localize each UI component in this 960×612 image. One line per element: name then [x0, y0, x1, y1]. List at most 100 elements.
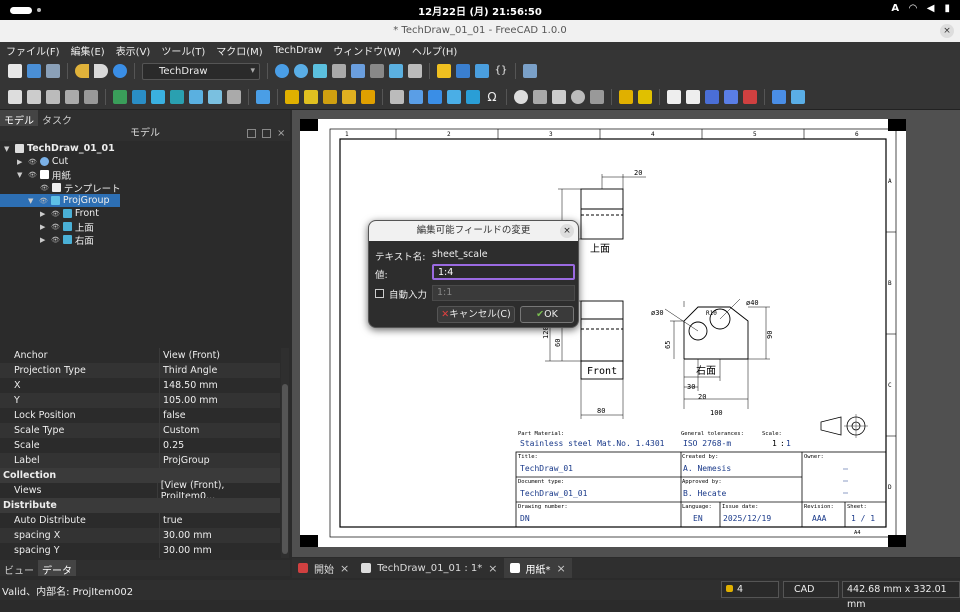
- panel-restore-button[interactable]: [262, 129, 271, 138]
- visibility-eye-icon[interactable]: 👁: [51, 210, 60, 218]
- system-clock[interactable]: 12月22日 (月) 21:56:50: [0, 3, 960, 18]
- property-row[interactable]: Auto Distribute true: [0, 513, 280, 528]
- redraw-icon[interactable]: [46, 89, 60, 104]
- menu-edit[interactable]: 編集(E): [71, 43, 105, 58]
- property-row[interactable]: Lock Position false: [0, 408, 280, 423]
- property-scrollbar[interactable]: [281, 348, 289, 558]
- property-value[interactable]: 0.25: [160, 440, 184, 451]
- tree-item-page[interactable]: ▼ 👁 用紙: [17, 168, 71, 182]
- menu-help[interactable]: ヘルプ(H): [412, 43, 457, 58]
- show-hide-icon[interactable]: [590, 89, 604, 104]
- section-view-icon[interactable]: [170, 89, 184, 104]
- tab-start[interactable]: 開始 ×: [292, 558, 355, 578]
- property-row[interactable]: Anchor View (Front): [0, 348, 280, 363]
- property-row[interactable]: Label ProjGroup: [0, 453, 280, 468]
- property-row[interactable]: Scale 0.25: [0, 438, 280, 453]
- hatch-icon[interactable]: [447, 89, 461, 104]
- insert-view-icon[interactable]: [113, 89, 127, 104]
- menu-file[interactable]: ファイル(F): [6, 43, 60, 58]
- close-icon[interactable]: ×: [488, 562, 497, 575]
- leader-line-icon[interactable]: [409, 89, 423, 104]
- open-file-icon[interactable]: [27, 64, 41, 78]
- auto-fill-checkbox[interactable]: [375, 289, 384, 298]
- clip-group-icon[interactable]: [208, 89, 222, 104]
- tab-3d-view[interactable]: TechDraw_01_01 : 1* ×: [355, 558, 503, 578]
- tab-task[interactable]: タスク: [38, 110, 76, 127]
- property-value[interactable]: Third Angle: [160, 365, 217, 376]
- active-view-icon[interactable]: [132, 89, 146, 104]
- surface-finish-icon[interactable]: [638, 89, 652, 104]
- visibility-eye-icon[interactable]: 👁: [28, 171, 37, 179]
- property-value[interactable]: 105.00 mm: [160, 395, 218, 406]
- whats-this-icon[interactable]: [523, 64, 537, 78]
- undo-icon[interactable]: [75, 64, 89, 78]
- annotation-icon[interactable]: [514, 89, 528, 104]
- property-value[interactable]: View (Front): [160, 350, 220, 361]
- refresh-icon[interactable]: [113, 64, 127, 78]
- expand-arrow-icon[interactable]: ▶: [40, 223, 48, 231]
- drawing-sheet[interactable]: 1 2 3 4 5 6 A B C D 20 上面 80 120 60 Fron…: [300, 119, 906, 547]
- close-icon[interactable]: ×: [340, 562, 349, 575]
- redo-icon[interactable]: [94, 64, 108, 78]
- property-value[interactable]: ProjGroup: [160, 455, 210, 466]
- dialog-close-button[interactable]: ×: [560, 224, 574, 238]
- link-actions-icon[interactable]: [475, 64, 489, 78]
- navigation-style-selector[interactable]: CAD: [783, 581, 839, 598]
- projection-group-icon[interactable]: [151, 89, 165, 104]
- dimension-length-icon[interactable]: [285, 89, 299, 104]
- property-value[interactable]: Custom: [160, 425, 199, 436]
- print-icon[interactable]: [84, 89, 98, 104]
- tree-item-top[interactable]: ▶ 👁 上面: [40, 220, 94, 234]
- wifi-icon[interactable]: ◠: [909, 3, 917, 14]
- value-input[interactable]: 1:4: [432, 264, 575, 280]
- zoom-selection-icon[interactable]: [294, 64, 308, 78]
- new-file-icon[interactable]: [8, 64, 22, 78]
- menu-window[interactable]: ウィンドウ(W): [333, 43, 401, 58]
- property-row[interactable]: Y 105.00 mm: [0, 393, 280, 408]
- input-method-indicator[interactable]: A: [891, 3, 899, 14]
- power-icon[interactable]: ▮: [944, 3, 950, 14]
- property-row[interactable]: X 148.50 mm: [0, 378, 280, 393]
- line-tool-icon[interactable]: [791, 89, 805, 104]
- measure-icon[interactable]: [389, 64, 403, 78]
- zoom-fit-all-icon[interactable]: [275, 64, 289, 78]
- weld-symbol-icon[interactable]: [619, 89, 633, 104]
- center-line-icon[interactable]: [428, 89, 442, 104]
- inspect-icon[interactable]: [408, 64, 422, 78]
- tab-page[interactable]: 用紙* ×: [503, 558, 572, 578]
- tree-item-cut[interactable]: ▶ 👁 Cut: [17, 155, 68, 168]
- create-part-icon[interactable]: [437, 64, 451, 78]
- tree-item-front[interactable]: ▶ 👁 Front: [40, 207, 99, 220]
- tab-view[interactable]: ビュー: [0, 560, 38, 577]
- notification-count[interactable]: 4: [721, 581, 779, 598]
- cosmetic-vertex-icon[interactable]: [533, 89, 547, 104]
- property-row[interactable]: spacing Y 30.00 mm: [0, 543, 280, 558]
- panel-float-button[interactable]: [247, 129, 256, 138]
- new-page-template-icon[interactable]: [27, 89, 41, 104]
- export-dxf-icon[interactable]: [686, 89, 700, 104]
- rich-annotation-icon[interactable]: [772, 89, 786, 104]
- visibility-eye-icon[interactable]: 👁: [28, 158, 37, 166]
- visibility-eye-icon[interactable]: 👁: [51, 223, 60, 231]
- dimension-angle-icon[interactable]: [323, 89, 337, 104]
- tab-data[interactable]: データ: [38, 560, 76, 577]
- window-close-button[interactable]: ×: [940, 24, 954, 38]
- create-group-icon[interactable]: [456, 64, 470, 78]
- volume-icon[interactable]: ◀: [927, 3, 935, 14]
- property-row[interactable]: Scale Type Custom: [0, 423, 280, 438]
- balloon-icon[interactable]: [390, 89, 404, 104]
- symbol-arch-icon[interactable]: [724, 89, 738, 104]
- menu-view[interactable]: 表示(V): [116, 43, 151, 58]
- ok-button[interactable]: ✔OK: [520, 306, 574, 323]
- draw-style-icon[interactable]: [313, 64, 327, 78]
- tree-item-projgroup[interactable]: ▼ 👁 ProjGroup: [28, 194, 110, 207]
- tree-item-template[interactable]: 👁 テンプレート: [40, 181, 121, 195]
- dimension-extent-icon[interactable]: [342, 89, 356, 104]
- export-page-icon[interactable]: [65, 89, 79, 104]
- cancel-button[interactable]: ✕キャンセル(C): [437, 306, 515, 323]
- dimension-tool-icon[interactable]: [361, 89, 375, 104]
- geometric-hatch-icon[interactable]: [466, 89, 480, 104]
- visibility-eye-icon[interactable]: 👁: [40, 184, 49, 192]
- tree-item-document[interactable]: ▼ TechDraw_01_01: [4, 142, 115, 155]
- property-value[interactable]: true: [160, 515, 183, 526]
